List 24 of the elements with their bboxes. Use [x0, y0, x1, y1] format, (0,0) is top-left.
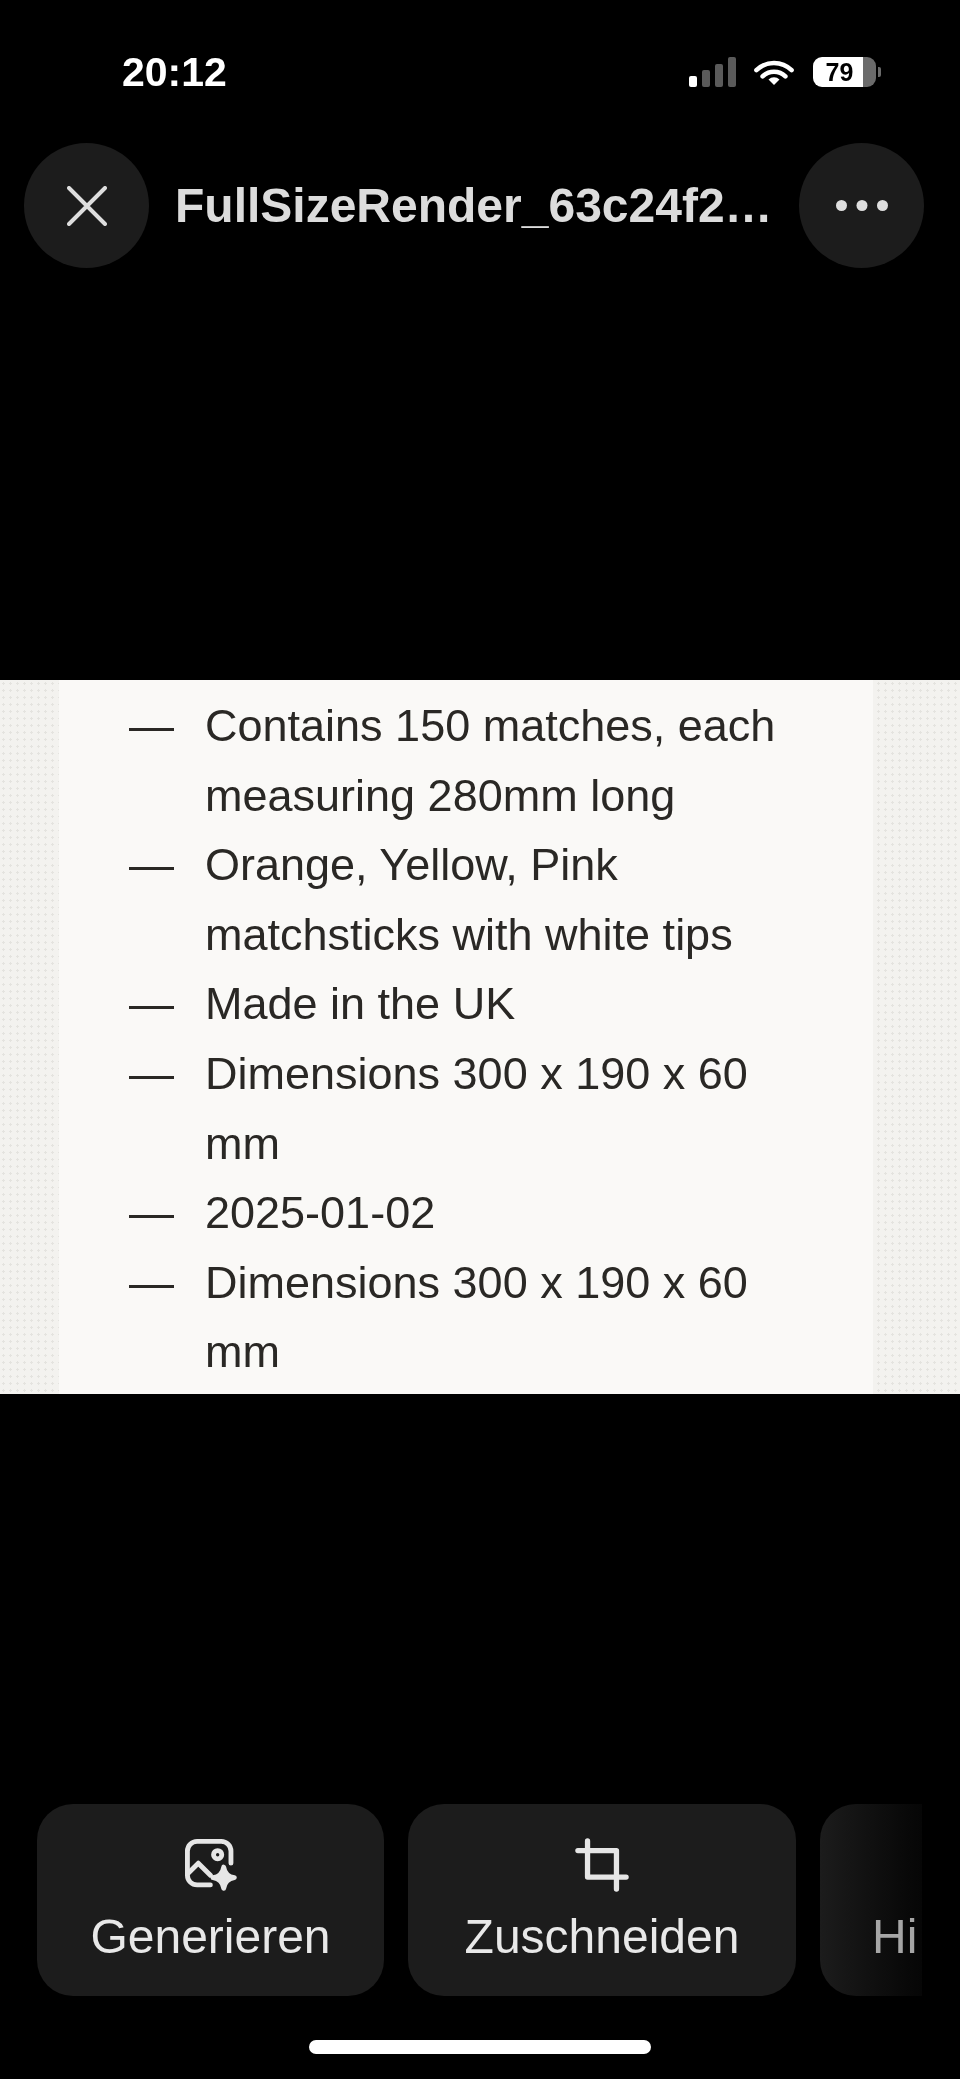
list-item-text: Orange, Yellow, Pink matchsticks with white tips	[205, 838, 734, 962]
close-icon	[66, 185, 107, 226]
bullet-dash: —	[129, 1255, 174, 1310]
crop-button[interactable]: Zuschneiden	[408, 1804, 796, 1996]
toolbar-button[interactable]: Hi	[820, 1804, 922, 1996]
more-icon	[835, 200, 888, 211]
battery-indicator: 79	[813, 56, 876, 87]
list-item-text: Made in the UK	[205, 977, 517, 1032]
generate-button[interactable]: Generieren	[37, 1804, 384, 1996]
list-item-text: 2025-01-02	[205, 1186, 437, 1241]
bullet-dash: —	[129, 977, 174, 1032]
list-item-text: Contains 150 matches, each measuring 280mm long	[205, 699, 777, 823]
bullet-dash: —	[129, 1186, 174, 1241]
bullet-dash: —	[129, 699, 174, 753]
battery-tip-icon	[877, 66, 881, 77]
crop-icon	[575, 1838, 629, 1892]
bullet-dash: —	[129, 1046, 174, 1101]
bullet-dash: —	[129, 838, 174, 893]
image-sparkle-icon	[184, 1839, 237, 1891]
file-title: FullSizeRender_63c24f2…	[175, 177, 773, 234]
signal-icon	[689, 56, 736, 87]
list-item-text: Dimensions 300 x 190 x 60 mm	[205, 1255, 749, 1380]
list-item-text: Dimensions 300 x 190 x 60 mm	[205, 1046, 749, 1171]
status-time: 20:12	[122, 48, 227, 95]
